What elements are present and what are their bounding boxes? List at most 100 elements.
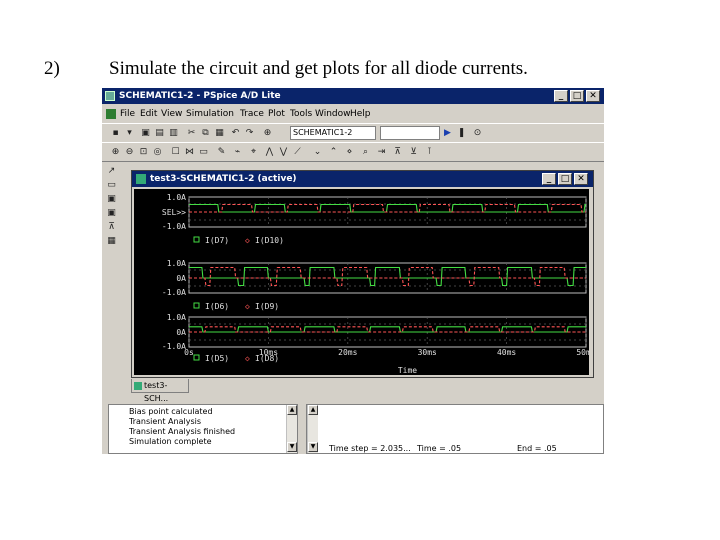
- cursor-max-icon[interactable]: ⌃: [328, 147, 339, 158]
- pointer-icon[interactable]: ↗: [106, 166, 117, 177]
- zoom-in-icon[interactable]: ⊕: [110, 147, 121, 158]
- maximize-button[interactable]: □: [570, 90, 584, 102]
- menu-trace[interactable]: Trace: [240, 106, 264, 122]
- y-tick-label: 1.0A: [167, 259, 186, 268]
- scroll-down-icon[interactable]: ▼: [287, 442, 297, 452]
- toolbar-main: ▪ ▾ ▣ ▤ ▥ ✂ ⧉ ▦ ↶ ↷ ⊕ SCHEMATIC1-2 ▶ ❚ ⊙: [102, 123, 604, 143]
- legend-marker-icon: [193, 354, 200, 361]
- probe-close-button[interactable]: ✕: [574, 173, 588, 185]
- simulation-profile-select[interactable]: SCHEMATIC1-2: [290, 126, 376, 140]
- cursor-peak-icon[interactable]: ⋀: [264, 147, 275, 158]
- bias-voltage-icon[interactable]: ⊙: [472, 128, 483, 139]
- probe-window-titlebar[interactable]: test3-SCHEMATIC1-2 (active) _ □ ✕: [132, 171, 593, 187]
- legend-marker-icon: ◇: [245, 302, 250, 311]
- tab-probe-window[interactable]: test3-SCH...: [131, 379, 189, 403]
- x-tick-label: 10ms: [259, 348, 278, 357]
- cursor-slope-icon[interactable]: ⟋: [292, 147, 303, 158]
- print-icon[interactable]: ▥: [168, 128, 179, 139]
- trace-id9: [189, 266, 586, 287]
- scroll-down-icon[interactable]: ▼: [308, 442, 318, 452]
- window-tabs: test3-SCH...: [131, 379, 594, 403]
- performance-icon[interactable]: ▭: [198, 147, 209, 158]
- open-icon[interactable]: ▣: [140, 128, 151, 139]
- zoom-fit-icon[interactable]: ◎: [152, 147, 163, 158]
- probe-maximize-button[interactable]: □: [558, 173, 572, 185]
- cursor-next-icon[interactable]: ⇥: [376, 147, 387, 158]
- trace-id8: [189, 326, 586, 333]
- cursor-trough-icon[interactable]: ⋁: [278, 147, 289, 158]
- menu-edit[interactable]: Edit: [140, 106, 157, 122]
- text-label-icon[interactable]: ⊺: [424, 147, 435, 158]
- log-line: Transient Analysis finished: [129, 427, 236, 436]
- eval-icon[interactable]: ⌁: [232, 147, 243, 158]
- add-trace-icon[interactable]: ✎: [216, 147, 227, 158]
- probe-window: test3-SCHEMATIC1-2 (active) _ □ ✕ 1.0A SE…: [132, 171, 593, 377]
- y-tick-label: 0A: [176, 328, 186, 337]
- menu-tools[interactable]: Tools: [290, 106, 312, 122]
- time-label: Time = .05: [417, 444, 462, 453]
- app-titlebar[interactable]: SCHEMATIC1-2 - PSpice A/D Lite _ □ ✕: [102, 88, 604, 104]
- run-icon[interactable]: ▶: [442, 128, 453, 139]
- pause-icon[interactable]: ❚: [456, 128, 467, 139]
- mark-label-icon[interactable]: ⊼: [392, 147, 403, 158]
- menu-view[interactable]: View: [161, 106, 182, 122]
- slide-instruction: Simulate the circuit and get plots for a…: [109, 58, 528, 79]
- legend-marker-icon: ◇: [245, 236, 250, 245]
- tab-label: test3-SCH...: [144, 381, 169, 403]
- cursor-point-icon[interactable]: ⋄: [344, 147, 355, 158]
- window-icon[interactable]: ▭: [106, 180, 117, 191]
- scroll-up-icon[interactable]: ▲: [308, 405, 318, 415]
- probe-window-title: test3-SCHEMATIC1-2 (active): [150, 174, 297, 184]
- legend-marker-icon: [193, 302, 200, 309]
- legend-label: I(D5): [205, 354, 229, 363]
- copy-icon[interactable]: ⧉: [200, 128, 211, 139]
- x-tick-label: 50ms: [576, 348, 589, 357]
- cursor-min-icon[interactable]: ⌄: [312, 147, 323, 158]
- waveform-plot[interactable]: 1.0A SEL>> -1.0A I(D7) ◇ I(D10) 1.0A 0A -1.0A I(D…: [134, 189, 589, 375]
- mark-data-icon[interactable]: ⊻: [408, 147, 419, 158]
- y-tick-label: -1.0A: [162, 342, 186, 351]
- save-icon[interactable]: ▤: [154, 128, 165, 139]
- probe-minimize-button[interactable]: _: [542, 173, 556, 185]
- legend-marker-icon: ◇: [245, 354, 250, 363]
- menu-simulation[interactable]: Simulation: [186, 106, 234, 122]
- probe-icon[interactable]: ▣: [106, 208, 117, 219]
- log-x-icon[interactable]: ☐: [170, 147, 181, 158]
- close-button[interactable]: ✕: [586, 90, 600, 102]
- menu-file[interactable]: File: [120, 106, 135, 122]
- current-marker-icon[interactable]: ⊼: [106, 222, 117, 233]
- app-title: SCHEMATIC1-2 - PSpice A/D Lite: [119, 91, 281, 101]
- x-tick-label: 40ms: [497, 348, 516, 357]
- y-tick-label: -1.0A: [162, 288, 186, 297]
- paste-icon[interactable]: ▦: [214, 128, 225, 139]
- menu-help[interactable]: Help: [350, 106, 371, 122]
- menu-window[interactable]: Window: [315, 106, 351, 122]
- redo-icon[interactable]: ↷: [244, 128, 255, 139]
- dropdown-arrow-icon[interactable]: ▾: [124, 128, 135, 139]
- legend-label: I(D6): [205, 302, 229, 311]
- minimize-button[interactable]: _: [554, 90, 568, 102]
- scroll-up-icon[interactable]: ▲: [287, 405, 297, 415]
- fourier-icon[interactable]: ⋈: [184, 147, 195, 158]
- cut-icon[interactable]: ✂: [186, 128, 197, 139]
- secondary-profile-select[interactable]: [380, 126, 440, 140]
- probe-window-icon: [136, 174, 146, 184]
- zoom-area-icon[interactable]: ⊡: [138, 147, 149, 158]
- zoom-icon[interactable]: ⊕: [262, 128, 273, 139]
- undo-icon[interactable]: ↶: [230, 128, 241, 139]
- power-marker-icon[interactable]: ▦: [106, 236, 117, 247]
- menu-plot[interactable]: Plot: [268, 106, 285, 122]
- simulation-status-pane: ▲ ▼ Time step = 2.035... Time = .05 End …: [306, 404, 604, 454]
- new-icon[interactable]: ▪: [110, 128, 121, 139]
- cursor-search-icon[interactable]: ⌕: [360, 147, 371, 158]
- status-scrollbar[interactable]: ▲ ▼: [307, 405, 318, 453]
- cursor-icon[interactable]: ⌖: [248, 147, 259, 158]
- zoom-out-icon[interactable]: ⊖: [124, 147, 135, 158]
- x-tick-label: 20ms: [338, 348, 357, 357]
- output-scrollbar[interactable]: ▲ ▼: [286, 405, 297, 453]
- toolbar-plot: ⊕ ⊖ ⊡ ◎ ☐ ⋈ ▭ ✎ ⌁ ⌖ ⋀ ⋁ ⟋ ⌄ ⌃ ⋄ ⌕ ⇥ ⊼ ⊻ …: [102, 142, 604, 162]
- marker-icon[interactable]: ▣: [106, 194, 117, 205]
- document-icon: [106, 109, 116, 119]
- slide-number: 2): [44, 58, 60, 79]
- output-log-pane: Bias point calculated Transient Analysis…: [108, 404, 298, 454]
